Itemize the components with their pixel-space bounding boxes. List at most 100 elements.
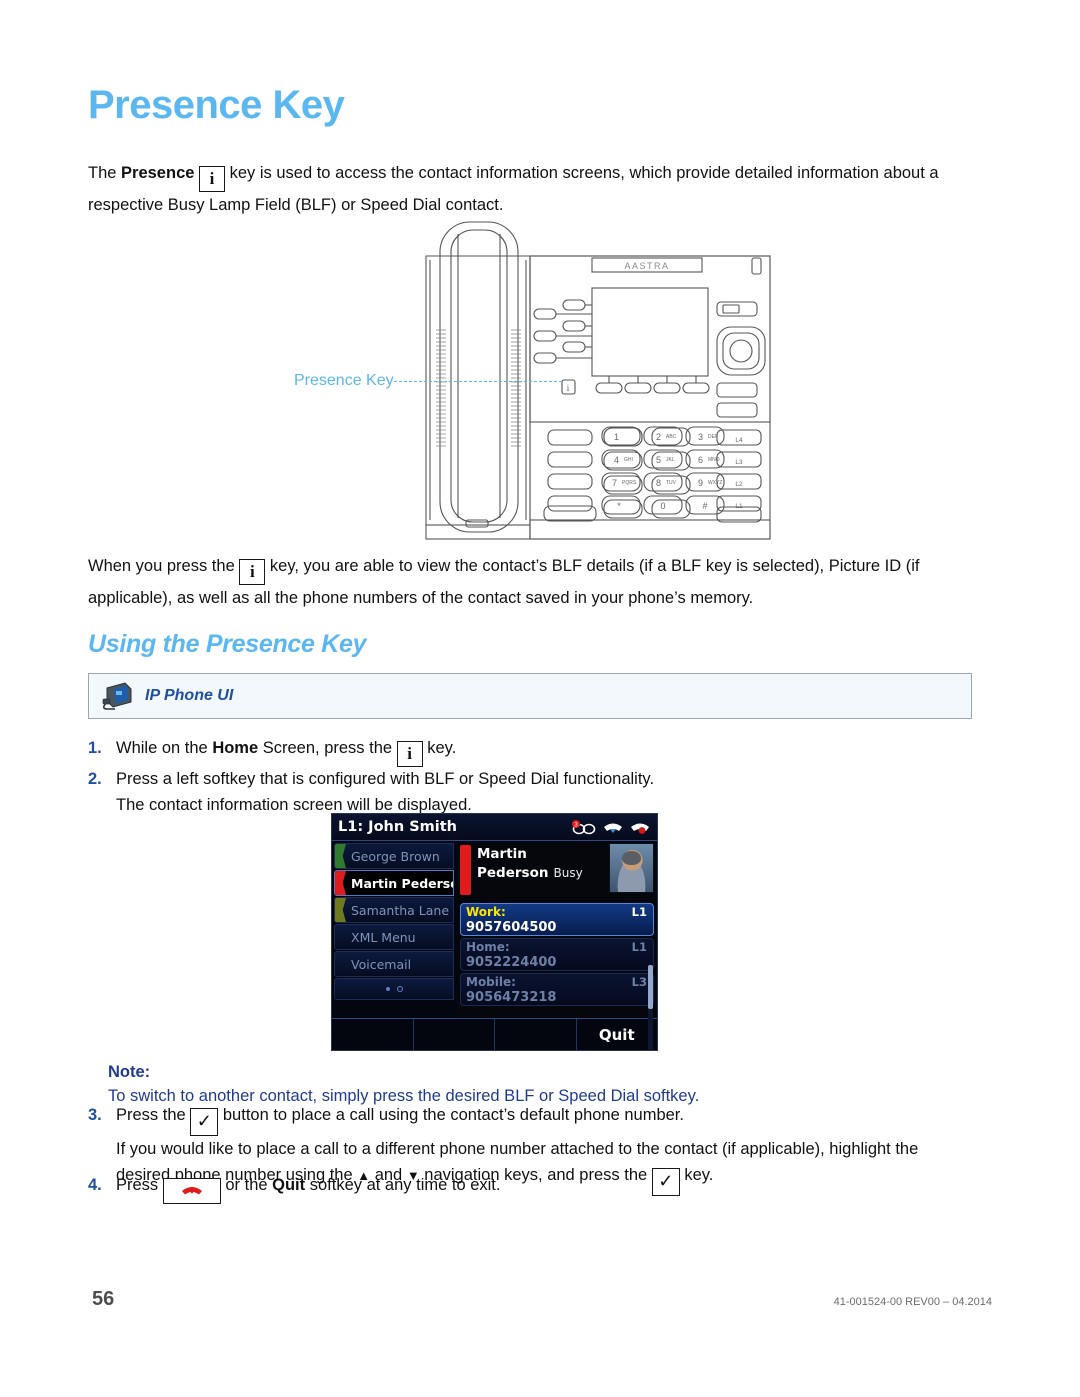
svg-text:GHI: GHI (624, 457, 633, 463)
contact-last-name: Pederson (477, 865, 549, 881)
presence-status-bar (460, 845, 471, 895)
svg-text:5: 5 (656, 455, 661, 465)
screen-line-label: L1: John Smith (338, 819, 458, 835)
middle-text-a: When you press the (88, 557, 240, 575)
screen-softkey-column: George Brown Martin Pederson Samantha La… (332, 841, 456, 1018)
page-title: Presence Key (88, 83, 345, 127)
ip-phone-ui-label: IP Phone UI (145, 687, 234, 704)
step-4-bold-quit: Quit (272, 1176, 306, 1194)
svg-text:0: 0 (660, 501, 665, 511)
contact-picture-id (609, 843, 654, 893)
screen-status-icons: 3 (571, 819, 651, 835)
softkey-voicemail[interactable]: Voicemail (334, 951, 454, 977)
number-value: 9057604500 (466, 920, 557, 935)
phone-screen-mockup: L1: John Smith 3 George Brown Martin Ped… (331, 813, 658, 1051)
step-2: 2. Press a left softkey that is configur… (88, 766, 968, 818)
blf-indicator (335, 844, 346, 868)
screen-body: George Brown Martin Pederson Samantha La… (332, 841, 657, 1050)
number-row-work[interactable]: Work: 9057604500 L1 (460, 903, 654, 936)
step-1: 1. While on the Home Screen, press the i… (88, 735, 968, 767)
softkey-label: George Brown (351, 848, 440, 864)
svg-text:L4: L4 (735, 437, 743, 444)
svg-text:ABC: ABC (666, 434, 677, 440)
scrollbar-thumb[interactable] (648, 965, 653, 1009)
number-value: 9056473218 (466, 990, 557, 1005)
brand-wordmark: AASTRA (624, 261, 669, 271)
document-page: Presence Key The Presence i key is used … (0, 0, 1080, 1397)
svg-text:L3: L3 (735, 459, 743, 466)
goodbye-key-icon (162, 1178, 221, 1204)
number-line-id: L1 (631, 940, 647, 954)
number-line-id: L3 (631, 975, 647, 989)
step-3-text-b: button to place a call using the contact… (218, 1106, 684, 1124)
softkey-xml-menu[interactable]: XML Menu (334, 924, 454, 950)
bottom-softkey-2[interactable] (414, 1019, 495, 1050)
ip-phone-icon (102, 682, 132, 710)
svg-text:4: 4 (614, 455, 619, 465)
svg-text:2: 2 (656, 432, 661, 442)
svg-text:7: 7 (612, 478, 617, 488)
softkey-label: Martin Pederson (351, 875, 453, 891)
step-4-text-a: Press (116, 1176, 163, 1194)
number-row-home[interactable]: Home: 9052224400 L1 (460, 938, 654, 971)
step-3-text-a: Press the (116, 1106, 191, 1124)
presence-key-callout-label: Presence Key (294, 372, 394, 389)
note-title: Note: (108, 1063, 151, 1081)
number-label: Home: (466, 940, 510, 954)
contact-number-list: Work: 9057604500 L1 Home: 9052224400 L1 … (460, 903, 654, 1050)
bottom-softkey-1[interactable] (332, 1019, 414, 1050)
svg-text:WXYZ: WXYZ (708, 480, 722, 486)
step-3-number: 3. (88, 1106, 102, 1124)
intro-bold-presence: Presence (121, 164, 195, 182)
step-2-number: 2. (88, 770, 102, 788)
number-label: Mobile: (466, 975, 516, 989)
step-4: 4. Press or the Quit softkey at any time… (88, 1172, 968, 1204)
softkey-martin-pederson[interactable]: Martin Pederson (334, 870, 454, 896)
blf-indicator (335, 898, 346, 922)
softkey-page-indicator[interactable] (334, 978, 454, 1000)
middle-paragraph: When you press the i key, you are able t… (88, 553, 972, 612)
step-2-line-2: The contact information screen will be d… (116, 796, 472, 814)
presence-key-icon: i (239, 559, 266, 585)
bottom-softkey-3[interactable] (495, 1019, 577, 1050)
presence-key-glyph: i (567, 383, 570, 393)
svg-text:1: 1 (614, 432, 619, 442)
svg-text:6: 6 (698, 455, 703, 465)
intro-text-a: The (88, 164, 122, 182)
step-4-text-c: softkey at any time to exit. (305, 1176, 501, 1194)
step-3-line-2: If you would like to place a call to a d… (116, 1140, 919, 1158)
step-1-bold-home: Home (212, 739, 259, 757)
svg-text:*: * (617, 501, 621, 511)
page-dot-inactive (396, 986, 403, 992)
number-row-mobile[interactable]: Mobile: 9056473218 L3 (460, 973, 654, 1006)
softkey-label: Samantha Lane (351, 902, 450, 918)
ip-phone-ui-banner: IP Phone UI (88, 673, 972, 719)
step-2-line-1: Press a left softkey that is configured … (116, 770, 655, 788)
presence-key-icon: i (396, 741, 423, 767)
goodbye-handset-icon (181, 1187, 202, 1195)
svg-text:9: 9 (698, 478, 703, 488)
step-1-text-a: While on the (116, 739, 213, 757)
page-number: 56 (92, 1288, 115, 1310)
number-label: Work: (466, 905, 506, 919)
svg-text:MNO: MNO (708, 457, 720, 463)
select-key-icon: ✓ (190, 1108, 219, 1136)
svg-text:#: # (702, 501, 707, 511)
bottom-softkey-quit[interactable]: Quit (577, 1019, 658, 1050)
softkey-george-brown[interactable]: George Brown (334, 843, 454, 869)
svg-text:TUV: TUV (666, 480, 677, 486)
step-4-number: 4. (88, 1176, 102, 1194)
screen-softkey-bar: Quit (332, 1018, 658, 1050)
contact-header: Martin Pederson Busy (460, 843, 654, 901)
voicemail-icon: 3 (572, 819, 596, 834)
missed-call-icon (631, 823, 649, 834)
softkey-samantha-lane[interactable]: Samantha Lane (334, 897, 454, 923)
incoming-call-icon (604, 823, 622, 833)
callout-leader-line (394, 381, 562, 382)
document-reference: 41-001524-00 REV00 – 04.2014 (833, 1296, 992, 1308)
step-1-text-c: key. (422, 739, 457, 757)
svg-text:DEF: DEF (708, 434, 718, 440)
number-list-scrollbar[interactable] (648, 965, 653, 1050)
svg-text:L1: L1 (735, 503, 743, 510)
page-dot-active (385, 987, 390, 991)
